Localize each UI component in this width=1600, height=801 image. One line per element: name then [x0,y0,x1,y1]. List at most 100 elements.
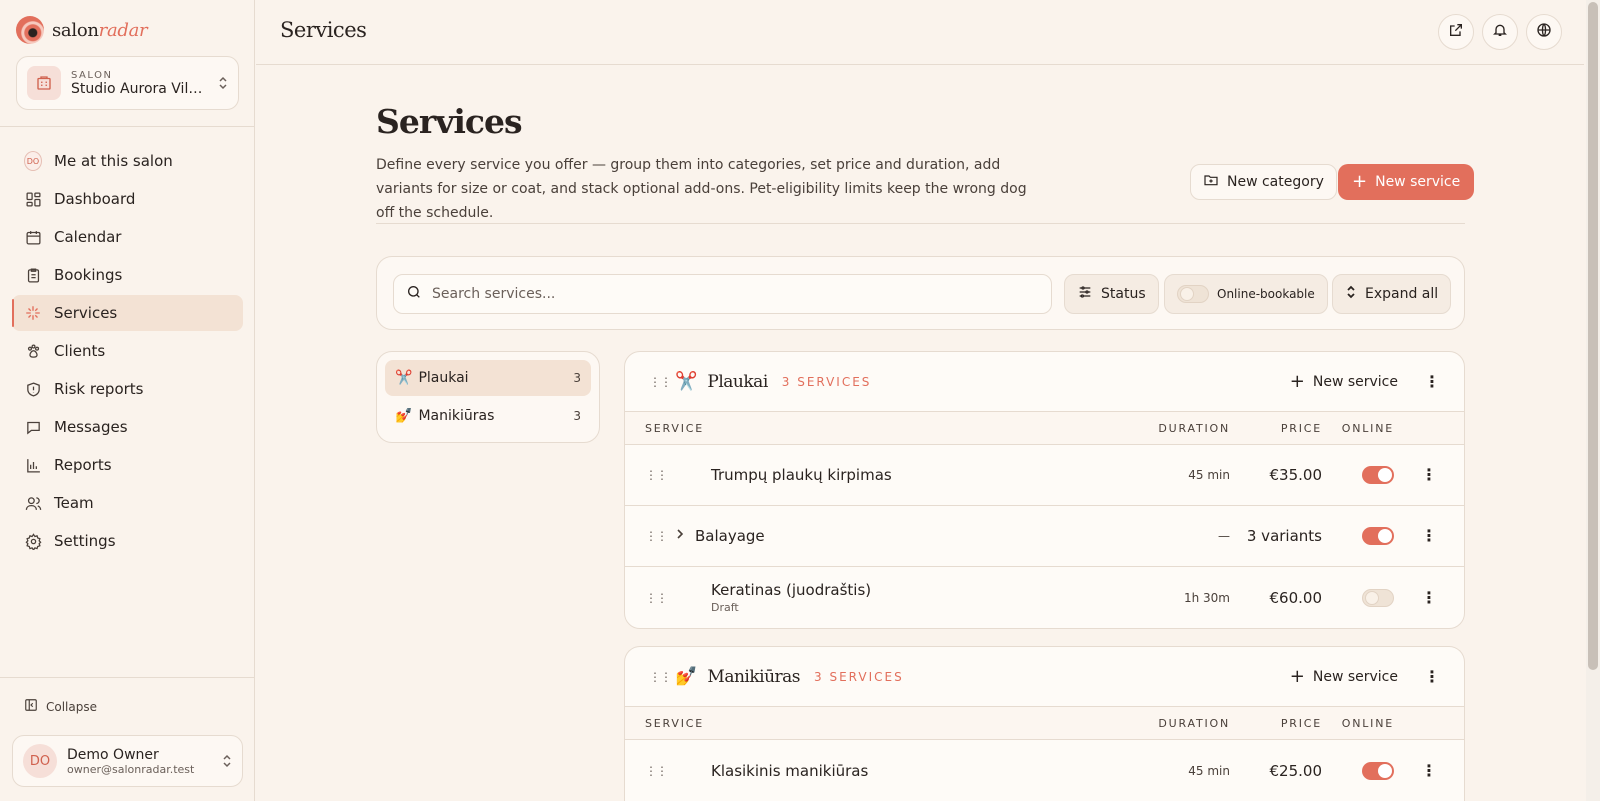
plus-icon: + [1352,171,1368,192]
service-name: Keratinas (juodraštis) [711,581,872,599]
more-vertical-icon[interactable]: ⋮ [1424,373,1440,389]
status-filter-button[interactable]: Status [1064,274,1159,314]
radar-logo-icon [16,16,44,44]
sidebar-item-messages[interactable]: Messages [12,409,243,445]
column-duration: DURATION [1158,421,1230,435]
table-row[interactable]: ⋮⋮ Keratinas (juodraštis) Draft 1h 30m €… [625,567,1464,628]
online-toggle[interactable] [1362,527,1394,545]
search-input[interactable] [432,286,1039,302]
drag-handle-icon[interactable]: ⋮⋮ [645,764,668,778]
new-service-button[interactable]: + New service [1338,164,1475,200]
column-online: ONLINE [1341,716,1394,730]
sidebar-item-clients[interactable]: Clients [12,333,243,369]
category-title: Manikiūras [707,666,801,687]
chevron-updown-icon [222,754,232,768]
drag-handle-icon[interactable]: ⋮⋮ [645,468,668,482]
category-item-plaukai[interactable]: ✂️ Plaukai 3 [385,360,591,396]
chevron-updown-icon [218,76,228,90]
add-service-button[interactable]: + New service [1290,372,1398,390]
category-item-manikiuras[interactable]: 💅 Manikiūras 3 [385,398,591,434]
clipboard-icon [24,266,42,284]
column-service: SERVICE [645,421,704,435]
new-category-button[interactable]: New category [1190,164,1337,200]
sidebar-item-risk-reports[interactable]: Risk reports [12,371,243,407]
header-divider [376,223,1465,224]
sidebar-item-calendar[interactable]: Calendar [12,219,243,255]
scrollbar-track[interactable] [1586,0,1600,801]
filter-bar: Status Online-bookable Expand all [376,256,1465,330]
table-row[interactable]: ⋮⋮ Balayage — 3 variants ⋮ [625,506,1464,567]
plus-icon: + [1289,665,1305,687]
sidebar-item-team[interactable]: Team [12,485,243,521]
column-service: SERVICE [645,716,704,730]
nail-polish-icon: 💅 [395,408,413,424]
expand-all-label: Expand all [1365,286,1439,302]
add-service-label: New service [1312,373,1398,390]
globe-icon [1536,22,1552,42]
more-vertical-icon[interactable]: ⋮ [1421,589,1437,605]
new-service-label: New service [1375,174,1461,190]
service-duration: 45 min [1188,468,1230,482]
category-name: Manikiūras [418,408,495,424]
drag-handle-icon[interactable]: ⋮⋮ [645,591,668,605]
open-external-button[interactable] [1438,14,1474,50]
collapse-button[interactable]: Collapse [24,698,97,715]
more-vertical-icon[interactable]: ⋮ [1421,467,1437,483]
brand-logo[interactable]: salonradar [16,16,148,44]
sidebar-item-label: Bookings [54,266,123,284]
drag-handle-icon[interactable]: ⋮⋮ [649,375,672,389]
bell-icon [1492,22,1508,42]
page-description: Define every service you offer — group t… [376,157,1027,221]
sidebar-item-bookings[interactable]: Bookings [12,257,243,293]
category-card-plaukai: ⋮⋮ ✂️ Plaukai 3 SERVICES + New service ⋮… [624,351,1465,629]
sidebar-item-dashboard[interactable]: Dashboard [12,181,243,217]
sliders-icon [1077,284,1093,304]
table-row[interactable]: ⋮⋮ Klasikinis manikiūras 45 min €25.00 ⋮ [625,740,1464,801]
salon-name: Studio Aurora Vilnius [71,80,208,97]
category-service-count: 3 SERVICES [814,669,904,684]
sidebar-collapse-icon [24,698,38,715]
table-row[interactable]: ⋮⋮ Trumpų plaukų kirpimas 45 min €35.00 … [625,445,1464,506]
sidebar-item-label: Calendar [54,228,122,246]
sidebar-item-label: Settings [54,532,116,550]
category-header: ⋮⋮ ✂️ Plaukai 3 SERVICES + New service ⋮ [625,352,1464,412]
online-toggle[interactable] [1362,466,1394,484]
drag-handle-icon[interactable]: ⋮⋮ [645,529,668,543]
online-bookable-filter[interactable]: Online-bookable [1164,274,1328,314]
sidebar-item-me[interactable]: DO Me at this salon [12,143,243,179]
add-service-button[interactable]: + New service [1289,665,1398,687]
user-menu[interactable]: DO Demo Owner owner@salonradar.test [12,735,243,787]
category-count: 3 [573,371,581,385]
service-duration: 1h 30m [1183,590,1230,605]
more-vertical-icon[interactable]: ⋮ [1421,528,1437,544]
online-toggle[interactable] [1362,761,1394,780]
sidebar: salonradar SALON Studio Aurora Vilnius D… [0,0,255,801]
online-bookable-toggle[interactable] [1177,285,1209,303]
sidebar-item-reports[interactable]: Reports [12,447,243,483]
sidebar-divider [0,677,255,678]
notifications-button[interactable] [1482,14,1518,50]
online-toggle[interactable] [1362,588,1394,607]
salon-switcher[interactable]: SALON Studio Aurora Vilnius [16,56,239,110]
service-name: Balayage [695,527,765,545]
sidebar-item-settings[interactable]: Settings [12,523,243,559]
sidebar-item-label: Clients [54,342,106,360]
column-duration: DURATION [1158,716,1230,730]
service-duration: — [1218,529,1230,543]
search-box[interactable] [393,274,1052,314]
scissors-icon: ✂️ [395,370,413,386]
drag-handle-icon[interactable]: ⋮⋮ [649,670,672,684]
column-price: PRICE [1280,716,1322,730]
sidebar-item-services[interactable]: Services [12,295,243,331]
scrollbar-thumb[interactable] [1588,2,1598,670]
more-vertical-icon[interactable]: ⋮ [1424,668,1440,684]
expand-all-button[interactable]: Expand all [1332,274,1452,314]
chevron-right-icon[interactable] [675,528,695,544]
sidebar-item-label: Team [54,494,94,512]
sidebar-item-label: Reports [54,456,112,474]
online-bookable-label: Online-bookable [1217,287,1315,301]
more-vertical-icon[interactable]: ⋮ [1421,762,1437,778]
service-price: €35.00 [1269,466,1323,484]
dashboard-icon [24,190,42,208]
language-button[interactable] [1526,14,1562,50]
